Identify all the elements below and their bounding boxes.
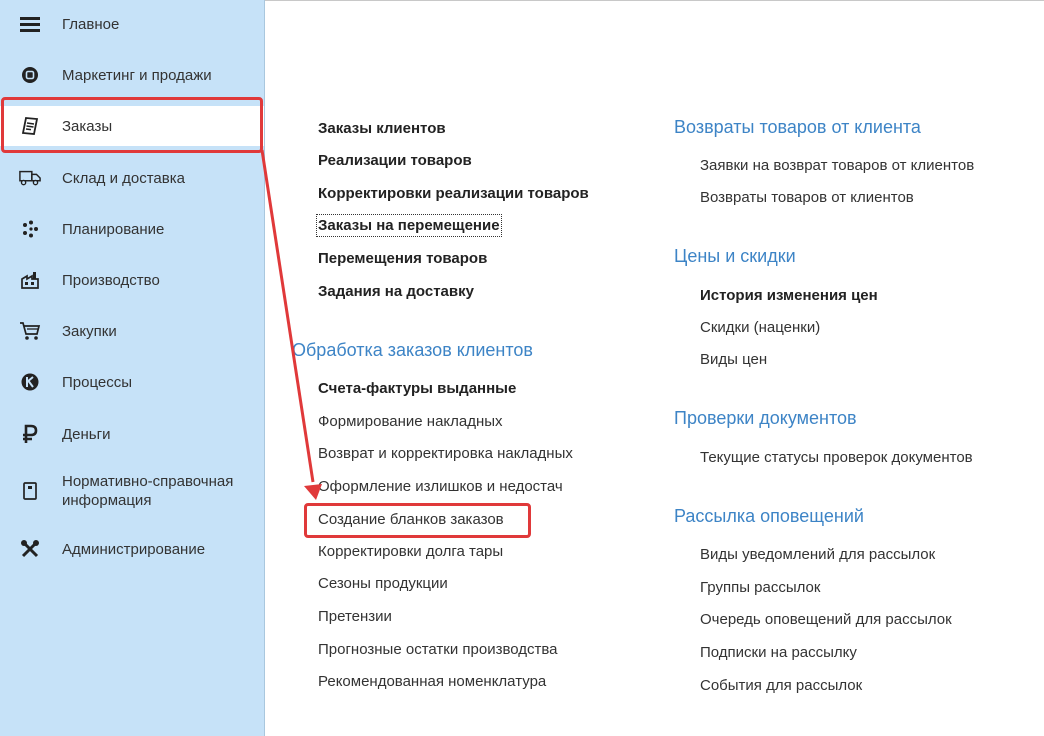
sidebar-item-production[interactable]: Производство bbox=[0, 260, 264, 300]
content-top-border bbox=[265, 0, 1044, 1]
truck-icon bbox=[19, 167, 41, 189]
link-customer-returns[interactable]: Возвраты товаров от клиентов bbox=[700, 188, 914, 207]
process-icon bbox=[19, 371, 41, 393]
sidebar-item-purchases[interactable]: Закупки bbox=[0, 311, 264, 351]
link-invoices-issued[interactable]: Счета-фактуры выданные bbox=[318, 379, 516, 398]
sidebar-item-label: Маркетинг и продажи bbox=[62, 66, 212, 84]
sidebar-item-label: Планирование bbox=[62, 220, 165, 238]
link-production-forecast[interactable]: Прогнозные остатки производства bbox=[318, 640, 558, 659]
link-mailing-groups[interactable]: Группы рассылок bbox=[700, 578, 820, 597]
section-title-mailing: Рассылка оповещений bbox=[674, 506, 864, 526]
link-subscriptions[interactable]: Подписки на рассылку bbox=[700, 643, 857, 662]
sidebar-item-marketing[interactable]: Маркетинг и продажи bbox=[0, 55, 264, 95]
sidebar-item-money[interactable]: Деньги bbox=[0, 414, 264, 454]
link-recommended-items[interactable]: Рекомендованная номенклатура bbox=[318, 672, 546, 691]
link-sales-corrections[interactable]: Корректировки реализации товаров bbox=[318, 184, 589, 203]
reference-icon bbox=[19, 480, 41, 502]
sidebar-item-label: Процессы bbox=[62, 373, 133, 391]
sidebar-item-warehouse[interactable]: Склад и доставка bbox=[0, 158, 264, 198]
page: Главное Маркетинг и продажи Заказы Склад… bbox=[0, 0, 1044, 736]
section-title-prices: Цены и скидки bbox=[674, 246, 796, 266]
section-title-checks: Проверки документов bbox=[674, 408, 857, 428]
ruble-icon bbox=[19, 423, 41, 445]
link-product-seasons[interactable]: Сезоны продукции bbox=[318, 574, 448, 593]
link-transfer-orders[interactable]: Заказы на перемещение bbox=[316, 214, 502, 237]
sidebar-item-label: Главное bbox=[62, 15, 120, 33]
sidebar-item-label: Производство bbox=[62, 271, 160, 289]
sidebar-item-label: Нормативно-справочная информация bbox=[62, 473, 234, 509]
link-check-statuses[interactable]: Текущие статусы проверок документов bbox=[700, 448, 973, 467]
sidebar-item-label: Деньги bbox=[62, 425, 111, 443]
sidebar-item-label: Заказы bbox=[62, 117, 113, 135]
sidebar-item-label: Закупки bbox=[62, 322, 117, 340]
link-price-history[interactable]: История изменения цен bbox=[700, 286, 878, 305]
link-claims[interactable]: Претензии bbox=[318, 607, 392, 626]
section-title-returns: Возвраты товаров от клиента bbox=[674, 117, 921, 137]
sidebar-item-admin[interactable]: Администрирование bbox=[0, 529, 264, 569]
cart-icon bbox=[19, 320, 41, 342]
sidebar-item-processes[interactable]: Процессы bbox=[0, 362, 264, 402]
marketing-icon bbox=[19, 64, 41, 86]
link-notification-queue[interactable]: Очередь оповещений для рассылок bbox=[700, 610, 952, 629]
section-title-processing: Обработка заказов клиентов bbox=[292, 340, 533, 360]
link-price-types[interactable]: Виды цен bbox=[700, 350, 767, 369]
sidebar-item-reference[interactable]: Нормативно-справочная информация bbox=[0, 471, 264, 511]
sidebar-item-label: Администрирование bbox=[62, 540, 206, 558]
link-mailing-events[interactable]: События для рассылок bbox=[700, 676, 862, 695]
link-sales[interactable]: Реализации товаров bbox=[318, 151, 472, 170]
link-notification-types[interactable]: Виды уведомлений для рассылок bbox=[700, 545, 935, 564]
factory-icon bbox=[19, 269, 41, 291]
orders-icon bbox=[19, 115, 41, 137]
link-customer-orders[interactable]: Заказы клиентов bbox=[318, 119, 446, 138]
link-tare-debt[interactable]: Корректировки долга тары bbox=[318, 542, 503, 561]
tools-icon bbox=[19, 538, 41, 560]
menu-icon bbox=[19, 13, 41, 35]
sidebar-item-planning[interactable]: Планирование bbox=[0, 209, 264, 249]
sidebar-item-orders[interactable]: Заказы bbox=[0, 106, 264, 146]
link-surplus-shortage[interactable]: Оформление излишков и недостач bbox=[318, 477, 563, 496]
link-order-blanks[interactable]: Создание бланков заказов bbox=[318, 510, 504, 529]
link-delivery-tasks[interactable]: Задания на доставку bbox=[318, 282, 474, 301]
sidebar-item-label: Склад и доставка bbox=[62, 169, 185, 187]
link-waybill-forming[interactable]: Формирование накладных bbox=[318, 412, 503, 431]
sidebar: Главное Маркетинг и продажи Заказы Склад… bbox=[0, 0, 265, 736]
sidebar-item-main[interactable]: Главное bbox=[0, 4, 264, 44]
link-goods-transfers[interactable]: Перемещения товаров bbox=[318, 249, 487, 268]
link-return-requests[interactable]: Заявки на возврат товаров от клиентов bbox=[700, 156, 974, 175]
link-discounts[interactable]: Скидки (наценки) bbox=[700, 318, 820, 337]
link-waybill-return[interactable]: Возврат и корректировка накладных bbox=[318, 444, 573, 463]
planning-icon bbox=[19, 218, 41, 240]
